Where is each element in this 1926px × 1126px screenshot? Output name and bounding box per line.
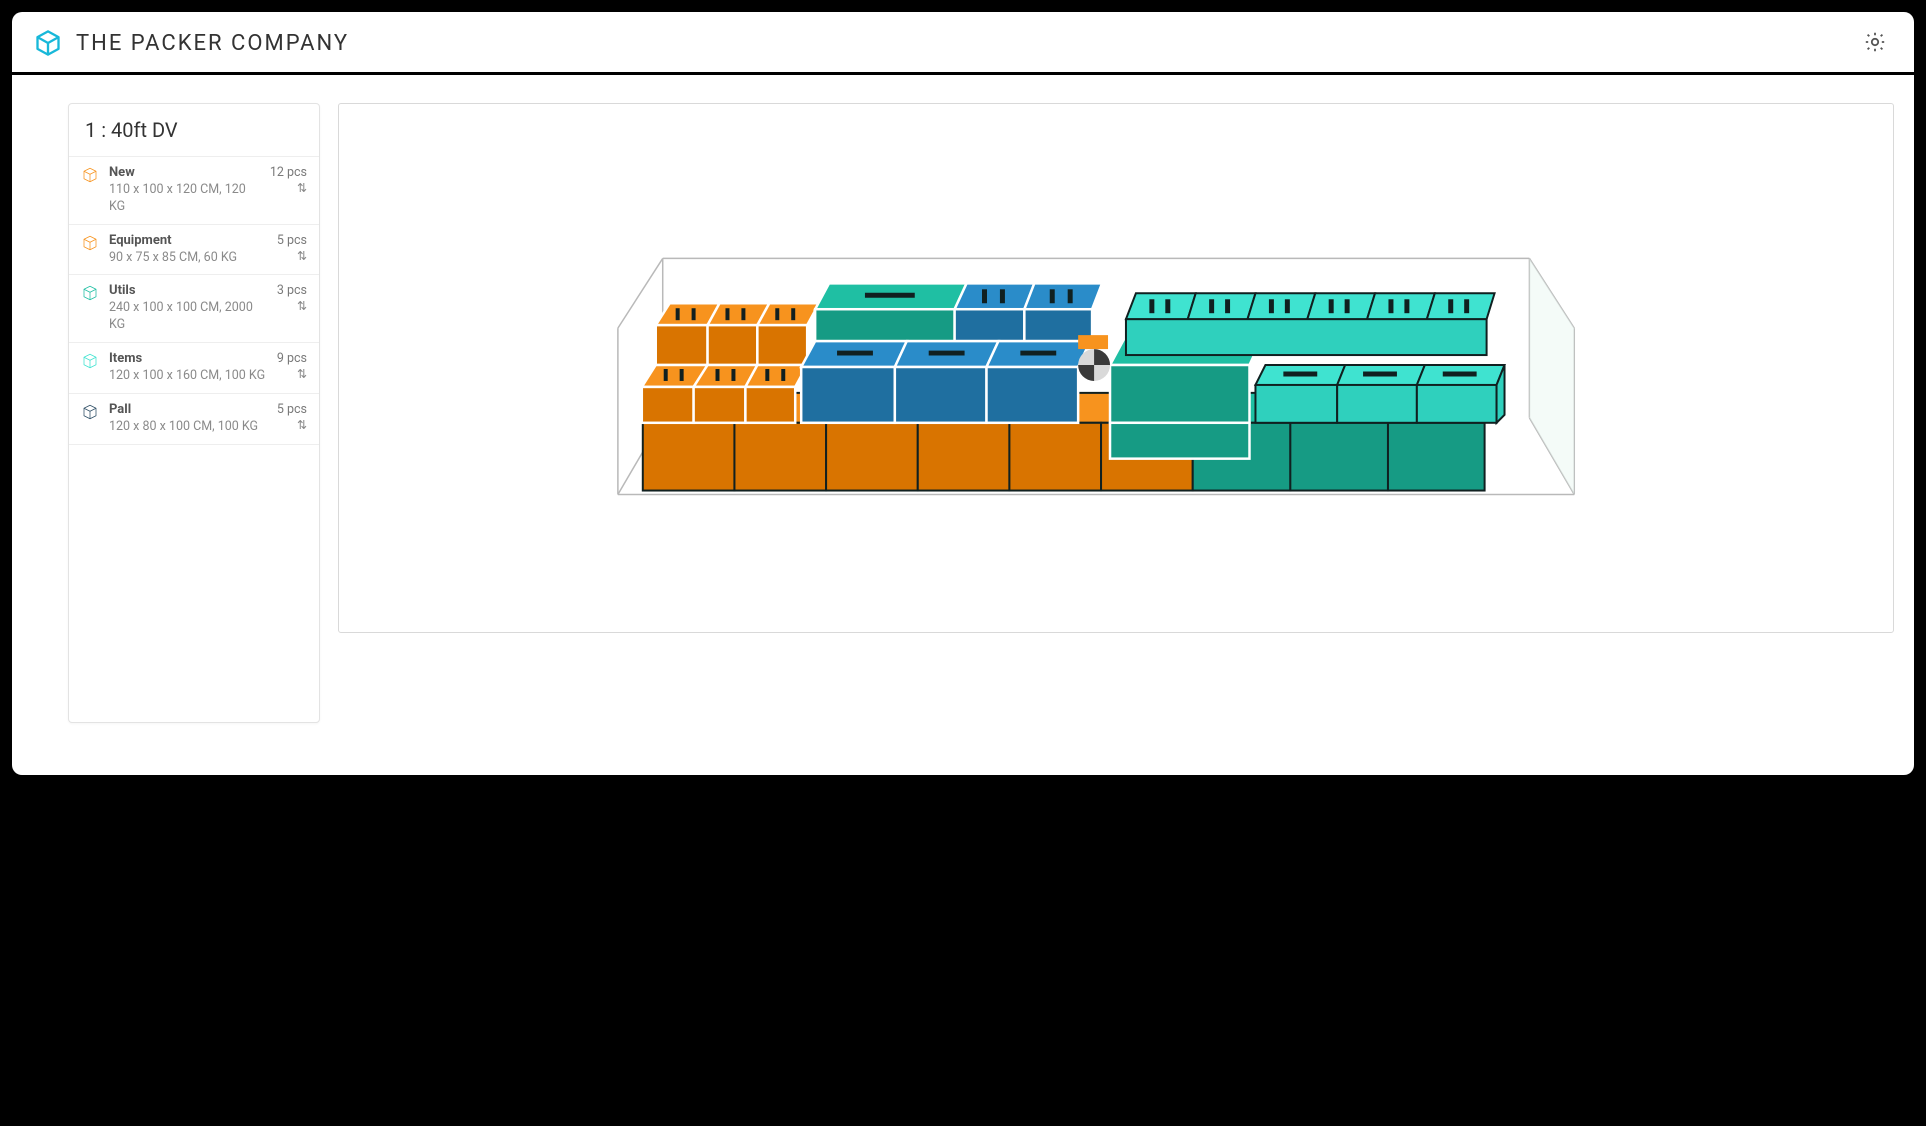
cargo-dimensions: 90 x 75 x 85 CM, 60 KG	[109, 250, 267, 267]
cargo-item[interactable]: Items120 x 100 x 160 CM, 100 KG 9 pcs ⇅	[69, 343, 319, 394]
header-left: THE PACKER COMPANY	[34, 29, 349, 57]
cargo-dimensions: 120 x 100 x 160 CM, 100 KG	[109, 368, 267, 385]
orientation-icon: ⇅	[297, 250, 307, 262]
cargo-dimensions: 240 x 100 x 100 CM, 2000 KG	[109, 300, 267, 334]
box-icon	[81, 166, 99, 184]
teal-center-stack	[1110, 339, 1261, 459]
cargo-item[interactable]: Equipment90 x 75 x 85 CM, 60 KG 5 pcs ⇅	[69, 225, 319, 276]
cargo-item[interactable]: New110 x 100 x 120 CM, 120 KG 12 pcs ⇅	[69, 157, 319, 225]
orientation-icon: ⇅	[297, 419, 307, 431]
app-title: THE PACKER COMPANY	[76, 31, 349, 56]
gear-icon	[1863, 30, 1887, 57]
cargo-list: New110 x 100 x 120 CM, 120 KG12 pcs⇅Equi…	[69, 157, 319, 445]
cargo-item[interactable]: Utils240 x 100 x 100 CM, 2000 KG 3 pcs ⇅	[69, 275, 319, 343]
orientation-icon: ⇅	[297, 182, 307, 194]
cargo-count: 5 pcs	[277, 233, 307, 248]
cargo-name: Equipment	[109, 233, 267, 250]
orbit-gizmo[interactable]	[1078, 349, 1110, 381]
box-icon	[81, 284, 99, 302]
cargo-dimensions: 120 x 80 x 100 CM, 100 KG	[109, 419, 267, 436]
cargo-name: Pall	[109, 402, 267, 419]
settings-button[interactable]	[1858, 26, 1892, 60]
main-content: 1 : 40ft DV New110 x 100 x 120 CM, 120 K…	[12, 75, 1914, 775]
blue-top-row	[955, 283, 1102, 341]
app-header: THE PACKER COMPANY	[12, 12, 1914, 75]
cargo-count: 5 pcs	[277, 402, 307, 417]
cargo-name: Items	[109, 351, 267, 368]
orientation-icon: ⇅	[297, 300, 307, 312]
orientation-icon: ⇅	[297, 368, 307, 380]
teal-long-top	[815, 283, 966, 341]
cargo-name: New	[109, 165, 260, 182]
cargo-sidebar: 1 : 40ft DV New110 x 100 x 120 CM, 120 K…	[68, 103, 320, 723]
box-icon	[81, 352, 99, 370]
cargo-count: 3 pcs	[277, 283, 307, 298]
logo-icon	[34, 29, 62, 57]
container-3d-viewer[interactable]	[338, 103, 1894, 633]
box-icon	[81, 403, 99, 421]
cargo-dimensions: 110 x 100 x 120 CM, 120 KG	[109, 182, 260, 216]
cargo-name: Utils	[109, 283, 267, 300]
container-title: 1 : 40ft DV	[69, 104, 319, 157]
box-icon	[81, 234, 99, 252]
blue-mid-row	[801, 341, 1090, 423]
cargo-count: 12 pcs	[270, 165, 307, 180]
orange-cluster	[642, 303, 819, 423]
cargo-count: 9 pcs	[277, 351, 307, 366]
cargo-item[interactable]: Pall120 x 80 x 100 CM, 100 KG 5 pcs ⇅	[69, 394, 319, 445]
